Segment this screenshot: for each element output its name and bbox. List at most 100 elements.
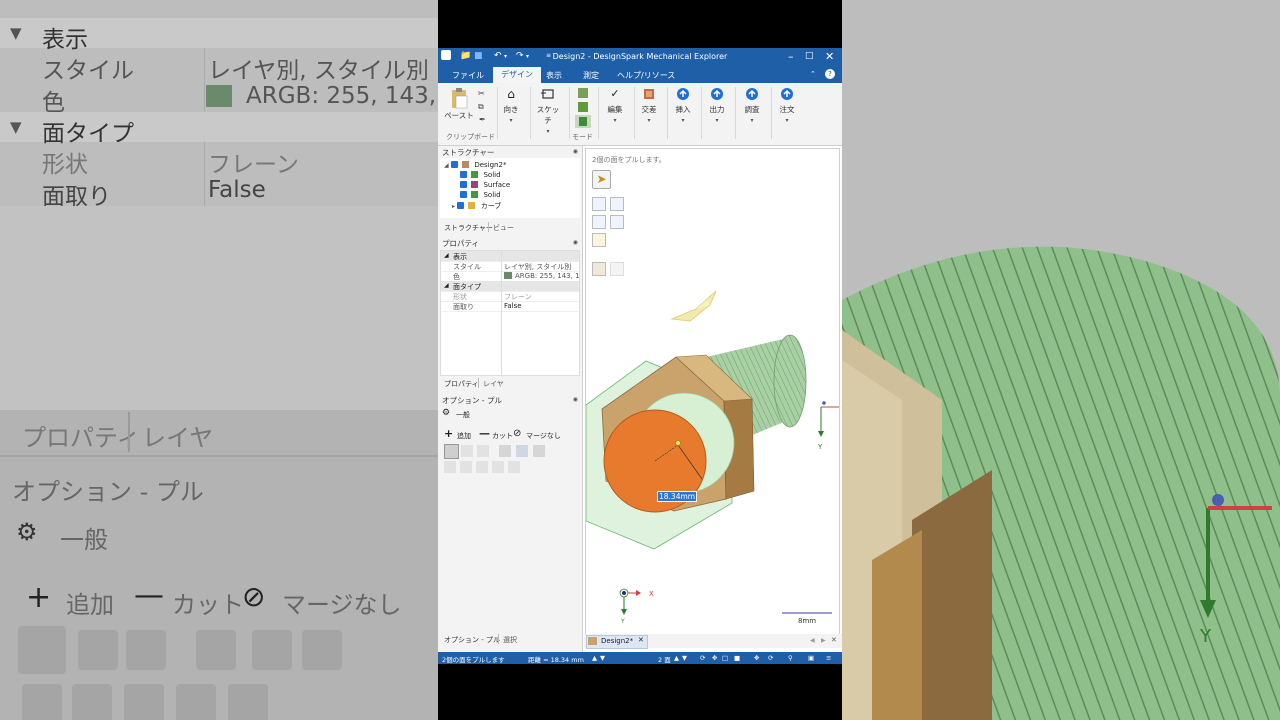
menu-design[interactable]: デザイン xyxy=(493,67,541,83)
edit-button[interactable]: ✓ 編集 ▾ xyxy=(602,83,628,124)
tool-icon[interactable] xyxy=(492,461,504,473)
bg-axis-y: Y xyxy=(1199,626,1212,647)
menu-display[interactable]: 表示 xyxy=(546,70,562,81)
checkbox[interactable] xyxy=(460,171,467,178)
pin-icon[interactable]: ◉ xyxy=(573,148,578,155)
tool-icon[interactable] xyxy=(499,445,511,457)
prop-row-chamfer[interactable]: 面取り False xyxy=(441,301,579,312)
3d-viewport[interactable]: 2個の面をプルします。 ➤ Y X Y 8mm 18.34mm xyxy=(585,148,840,635)
menu-help[interactable]: ヘルプ/リソース xyxy=(617,70,675,81)
inspect-button[interactable]: 調査 ▾ xyxy=(738,83,766,124)
expand-icon[interactable]: ◢ xyxy=(444,162,449,169)
menu-file[interactable]: ファイル xyxy=(452,70,484,81)
tool-icon[interactable] xyxy=(444,461,456,473)
orient-button[interactable]: ⌂ 向き ▾ xyxy=(498,83,524,124)
pull-direction-tool-icon[interactable] xyxy=(444,444,459,459)
checkbox[interactable] xyxy=(460,191,467,198)
tab-select[interactable]: 選択 xyxy=(503,635,517,645)
sketch-mode-icon[interactable] xyxy=(578,88,588,98)
tab-design2-label: Design2* xyxy=(601,637,634,645)
intersect-button[interactable]: 交差 ▾ xyxy=(636,83,662,124)
paste-button[interactable]: ペースト xyxy=(444,83,474,121)
format-painter-icon[interactable]: ✒ xyxy=(479,115,486,124)
pan-icon[interactable]: ✥ xyxy=(712,654,717,662)
tool-icon[interactable] xyxy=(476,461,488,473)
tab-layer[interactable]: レイヤ xyxy=(483,379,504,389)
select-box-icon[interactable]: □ xyxy=(722,654,728,662)
maximize-icon[interactable]: □ xyxy=(805,51,814,61)
minimize-icon[interactable]: – xyxy=(788,50,794,63)
move-icon[interactable]: ✥ xyxy=(754,654,759,662)
sketch-button[interactable]: スケッチ ▾ xyxy=(534,83,562,135)
tool-icon[interactable] xyxy=(533,445,545,457)
copy-icon[interactable]: ⧉ xyxy=(478,102,484,112)
output-button[interactable]: 出力 ▾ xyxy=(704,83,730,124)
rotate-icon[interactable]: ⟳ xyxy=(768,654,773,662)
prop-value: False xyxy=(504,302,522,310)
plus-icon: + xyxy=(26,580,52,615)
close-icon[interactable]: ✕ xyxy=(831,636,837,644)
view-icon[interactable]: ■ xyxy=(734,654,740,662)
tool-icon[interactable] xyxy=(477,445,489,457)
tree-item[interactable]: ▸ カーブ xyxy=(452,201,501,211)
chevron-down-icon[interactable]: ▼ xyxy=(682,654,687,662)
menu-icon[interactable]: ≡ xyxy=(826,654,831,662)
collapse-icon: ◢ xyxy=(444,282,449,289)
close-icon[interactable]: ✕ xyxy=(638,636,644,644)
checkbox[interactable] xyxy=(460,181,467,188)
checkbox[interactable] xyxy=(450,161,458,168)
checkbox[interactable] xyxy=(457,202,465,209)
clipboard-group-label: クリップボード xyxy=(446,133,495,141)
snap-icon[interactable]: ⟳ xyxy=(700,654,705,662)
option-no-merge[interactable]: マージなし xyxy=(526,431,561,441)
zoom-icon[interactable]: ⚲ xyxy=(788,654,793,662)
help-icon[interactable]: ? xyxy=(825,69,835,79)
pin-icon[interactable]: ◉ xyxy=(573,239,578,246)
backdrop-right: Y xyxy=(842,0,1280,720)
minus-icon[interactable]: — xyxy=(479,428,490,439)
3d-mode-icon xyxy=(579,117,587,126)
pin-icon[interactable]: ◉ xyxy=(573,396,578,403)
bg-cut: カット xyxy=(172,591,244,619)
tool-icon[interactable] xyxy=(508,461,520,473)
chevron-down-icon[interactable]: ▼ xyxy=(600,654,605,662)
collapse-icon: ▼ xyxy=(10,118,22,136)
dimension-input[interactable]: 18.34mm xyxy=(657,491,698,502)
pull-tool-icon xyxy=(18,626,66,674)
insert-button[interactable]: 挿入 ▾ xyxy=(670,83,696,124)
no-merge-icon[interactable]: ⊘ xyxy=(513,429,521,439)
collapse-ribbon-icon[interactable]: ⌃ xyxy=(810,70,816,78)
tab-properties[interactable]: プロパティ xyxy=(444,379,479,389)
pull-arrow-handle[interactable] xyxy=(670,290,717,322)
tool-icon[interactable] xyxy=(460,461,472,473)
tool-icon[interactable] xyxy=(461,445,473,457)
menu-measure[interactable]: 測定 xyxy=(583,70,599,81)
sketch-label: スケッチ xyxy=(536,105,560,125)
option-cut[interactable]: カット xyxy=(492,431,513,441)
close-icon[interactable]: ✕ xyxy=(825,50,834,63)
divider xyxy=(204,142,205,174)
plus-icon[interactable]: + xyxy=(444,428,453,439)
cut-icon[interactable]: ✂ xyxy=(478,89,485,98)
tab-options[interactable]: オプション - プル xyxy=(444,635,500,645)
center-point[interactable] xyxy=(675,440,681,446)
tree-item[interactable]: Solid xyxy=(460,191,501,199)
tab-view[interactable]: ビュー xyxy=(493,223,514,233)
order-button[interactable]: 注文 ▾ xyxy=(774,83,800,124)
chevron-right-icon[interactable]: ▶ xyxy=(821,637,826,644)
fit-icon[interactable]: ▣ xyxy=(808,654,814,662)
section-mode-icon[interactable] xyxy=(578,102,588,112)
tree-root[interactable]: ◢ Design2* xyxy=(444,161,506,169)
tab-structure[interactable]: ストラクチャー xyxy=(444,223,493,233)
tool-icon[interactable] xyxy=(516,445,528,457)
chevron-left-icon[interactable]: ◀ xyxy=(810,637,815,644)
option-add[interactable]: 追加 xyxy=(457,431,471,441)
tree-item[interactable]: Solid xyxy=(460,171,501,179)
divider xyxy=(771,87,772,139)
chevron-up-icon[interactable]: ▲ xyxy=(592,654,597,662)
expand-icon[interactable]: ▸ xyxy=(452,203,455,210)
axis-y-label: Y xyxy=(817,443,823,451)
chevron-up-icon[interactable]: ▲ xyxy=(674,654,679,662)
tree-item[interactable]: Surface xyxy=(460,181,510,189)
chevron-down-icon: ▾ xyxy=(750,117,754,124)
